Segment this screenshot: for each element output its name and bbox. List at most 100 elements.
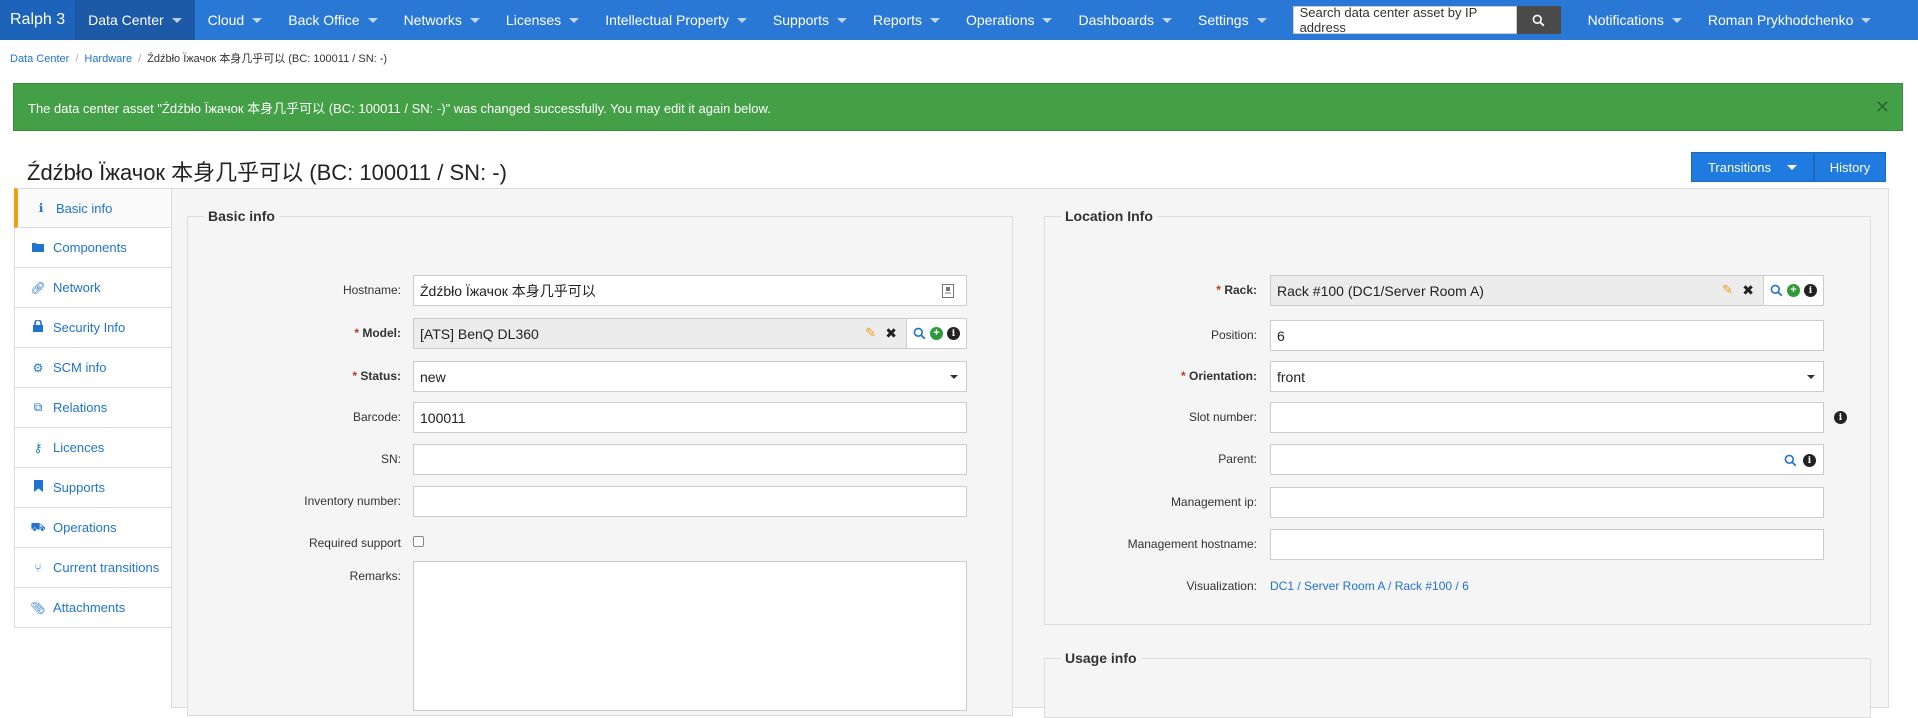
- transitions-button[interactable]: Transitions: [1691, 152, 1814, 182]
- sidebar-item-basic-info[interactable]: ℹ Basic info: [14, 188, 172, 228]
- user-menu[interactable]: Roman Prykhodchenko: [1695, 0, 1885, 40]
- search-icon: [1532, 14, 1545, 26]
- nav-supports[interactable]: Supports: [760, 0, 860, 40]
- brand-logo[interactable]: Ralph 3: [0, 0, 76, 40]
- search-input[interactable]: Search data center asset by IP address: [1292, 5, 1517, 35]
- management-hostname-label: Management hostname:: [1127, 537, 1257, 551]
- rack-field[interactable]: Rack #100 (DC1/Server Room A) ✎ ✖: [1270, 275, 1764, 306]
- nav-back-office[interactable]: Back Office: [275, 0, 390, 40]
- sidebar-item-components[interactable]: Components: [14, 228, 172, 268]
- link-icon: 🔗︎: [30, 280, 46, 295]
- chevron-down-icon: [252, 17, 263, 23]
- alert-message: The data center asset "Źdźbło Їжачок 本身几…: [28, 100, 771, 116]
- position-label: Position:: [1210, 328, 1257, 342]
- sidebar-item-security-info[interactable]: Security Info: [14, 308, 172, 348]
- info-icon[interactable]: i: [1803, 454, 1816, 467]
- orientation-label: Orientation:: [1045, 369, 1257, 383]
- paperclip-icon: 📎︎: [30, 600, 46, 615]
- remarks-label: Remarks:: [349, 569, 401, 583]
- management-hostname-field[interactable]: [1270, 529, 1824, 560]
- model-field[interactable]: [ATS] BenQ DL360 ✎ ✖: [413, 318, 907, 349]
- nav-label: Reports: [872, 12, 922, 28]
- chevron-down-icon: [171, 17, 182, 23]
- model-value: [ATS] BenQ DL360: [420, 325, 539, 342]
- sidebar-item-label: Current transitions: [53, 560, 160, 575]
- breadcrumb-current: Źdźbło Їжачок 本身几乎可以 (BC: 100011 / SN: -…: [147, 53, 388, 65]
- nav-dashboards[interactable]: Dashboards: [1065, 0, 1185, 40]
- nav-label: Supports: [772, 12, 829, 28]
- sidebar-item-label: Relations: [53, 400, 108, 415]
- top-navbar: Ralph 3 Data Center Cloud Back Office Ne…: [0, 0, 1918, 40]
- sidebar-item-scm-info[interactable]: ⚙ SCM info: [14, 348, 172, 388]
- sidebar-item-supports[interactable]: Supports: [14, 468, 172, 508]
- orientation-select[interactable]: front: [1270, 361, 1824, 392]
- parent-field[interactable]: i: [1270, 444, 1824, 475]
- page-title: Źdźbło Їжачок 本身几乎可以 (BC: 100011 / SN: -…: [27, 160, 507, 185]
- nav-cloud[interactable]: Cloud: [195, 0, 276, 40]
- chevron-down-icon: [1161, 17, 1172, 23]
- nav-reports[interactable]: Reports: [860, 0, 953, 40]
- chevron-down-icon: [1671, 17, 1682, 23]
- nav-licenses[interactable]: Licenses: [493, 0, 592, 40]
- breadcrumb-data-center[interactable]: Data Center: [10, 53, 69, 65]
- breadcrumb-hardware[interactable]: Hardware: [84, 53, 132, 65]
- breadcrumb-separator: /: [138, 53, 142, 65]
- nav-label: Data Center: [88, 12, 164, 28]
- nav-settings[interactable]: Settings: [1185, 0, 1280, 40]
- management-ip-field[interactable]: [1270, 487, 1824, 518]
- close-icon[interactable]: ✕: [1875, 97, 1890, 118]
- hostname-value: Źdźbło Їжачок 本身几乎可以: [420, 282, 596, 299]
- required-support-checkbox[interactable]: [413, 536, 424, 547]
- nav-label: Back Office: [288, 12, 360, 28]
- info-icon[interactable]: i: [1834, 411, 1847, 424]
- nav-networks[interactable]: Networks: [391, 0, 493, 40]
- sn-field[interactable]: [413, 444, 967, 475]
- history-button[interactable]: History: [1814, 152, 1886, 182]
- sidebar-item-operations[interactable]: ⛟ Operations: [14, 508, 172, 548]
- status-select[interactable]: new: [413, 361, 967, 392]
- visualization-label: Visualization:: [1186, 579, 1258, 593]
- clear-icon[interactable]: ✖: [1742, 282, 1754, 299]
- nav-label: Networks: [403, 12, 462, 28]
- pencil-icon[interactable]: ✎: [1722, 282, 1733, 298]
- barcode-field[interactable]: 100011: [413, 402, 967, 433]
- sidebar-item-licences[interactable]: ⚷ Licences: [14, 428, 172, 468]
- slot-number-field[interactable]: [1270, 402, 1824, 433]
- remarks-textarea[interactable]: [413, 561, 967, 711]
- nav-label: Settings: [1197, 12, 1249, 28]
- status-value: new: [420, 368, 446, 385]
- nav-intellectual-property[interactable]: Intellectual Property: [592, 0, 760, 40]
- nav-label: Licenses: [505, 12, 562, 28]
- info-icon[interactable]: i: [947, 327, 960, 340]
- sidebar-item-current-transitions[interactable]: ⑂ Current transitions: [14, 548, 172, 588]
- sidebar-item-relations[interactable]: ⧉ Relations: [14, 388, 172, 428]
- hostname-field[interactable]: Źdźbło Їжачок 本身几乎可以: [413, 275, 967, 306]
- add-icon[interactable]: +: [1787, 284, 1800, 297]
- clear-icon[interactable]: ✖: [885, 325, 897, 342]
- pencil-icon[interactable]: ✎: [865, 325, 876, 341]
- search-icon[interactable]: [1784, 454, 1797, 467]
- search-icon[interactable]: [1770, 284, 1783, 297]
- nav-data-center[interactable]: Data Center: [75, 0, 195, 40]
- id-card-icon[interactable]: [942, 284, 954, 298]
- sidebar-item-attachments[interactable]: 📎︎ Attachments: [14, 588, 172, 628]
- branch-icon: ⑂: [34, 560, 42, 575]
- inventory-number-field[interactable]: [413, 486, 967, 517]
- info-icon[interactable]: i: [1804, 284, 1817, 297]
- visualization-link[interactable]: DC1 / Server Room A / Rack #100 / 6: [1270, 579, 1469, 593]
- relations-icon: ⧉: [33, 400, 43, 414]
- search-icon[interactable]: [913, 327, 926, 340]
- hostname-label: Hostname:: [342, 283, 401, 297]
- usage-info-legend: Usage info: [1061, 650, 1141, 666]
- chevron-down-icon: [569, 17, 580, 23]
- slot-number-label: Slot number:: [1188, 410, 1257, 424]
- position-field[interactable]: 6: [1270, 320, 1824, 351]
- rack-value: Rack #100 (DC1/Server Room A): [1277, 282, 1484, 299]
- sidebar-item-network[interactable]: 🔗︎ Network: [14, 268, 172, 308]
- search-button[interactable]: [1516, 6, 1561, 34]
- add-icon[interactable]: +: [930, 327, 943, 340]
- nav-operations[interactable]: Operations: [953, 0, 1065, 40]
- notifications-menu[interactable]: Notifications: [1575, 0, 1695, 40]
- transitions-label: Transitions: [1707, 159, 1772, 175]
- breadcrumb: Data Center / Hardware / Źdźbło Їжачок 本身几乎可…: [10, 50, 387, 66]
